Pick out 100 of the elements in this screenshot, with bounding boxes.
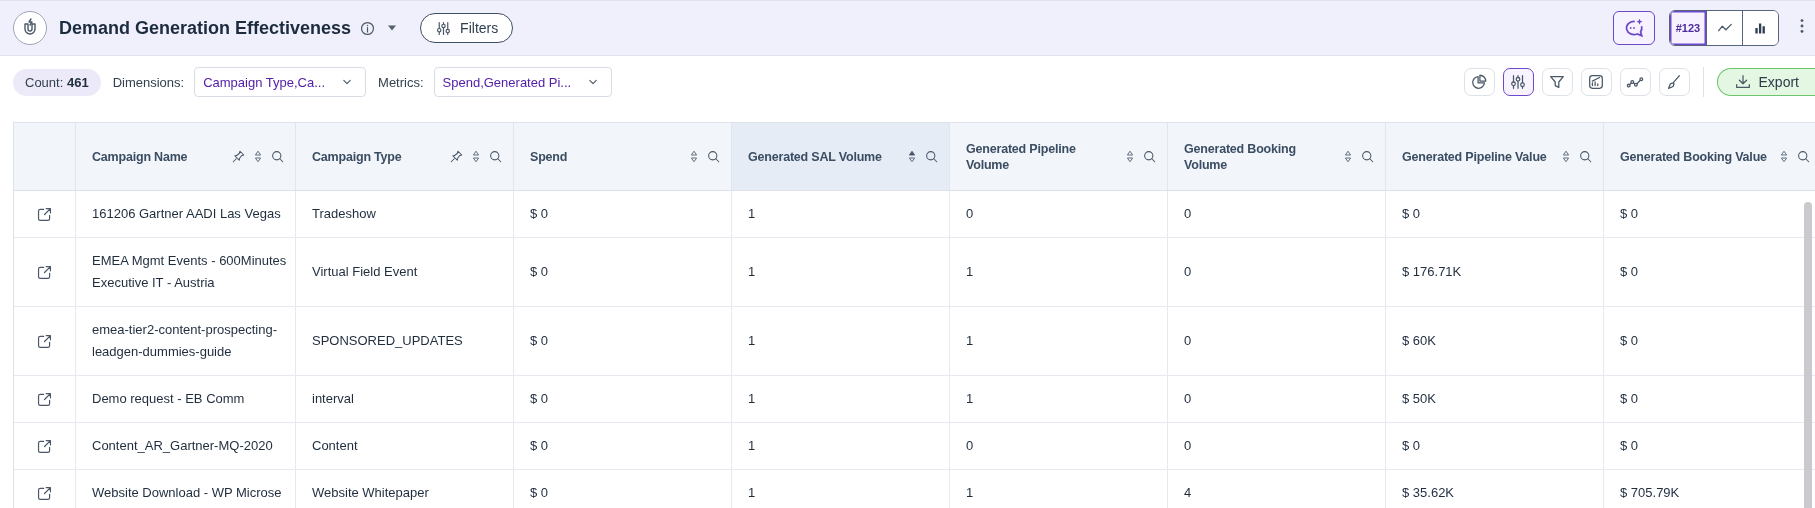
table-cell-text: $ 0 xyxy=(1402,437,1421,455)
table-cell-text: Virtual Field Event xyxy=(312,263,418,281)
table-cell-text: EMEA Mgmt Events - 600Minutes Executive IT - Austria xyxy=(92,252,287,292)
table-cell-text: $ 0 xyxy=(1620,263,1639,281)
ai-chat-button[interactable] xyxy=(1613,11,1655,45)
sliders-button[interactable] xyxy=(1502,68,1534,96)
table-cell-text: 1 xyxy=(748,332,756,350)
count-badge: Count: 461 xyxy=(13,68,101,96)
column-header[interactable]: Generated Booking Volume xyxy=(1168,123,1386,191)
external-link-icon[interactable] xyxy=(36,332,53,350)
table-cell-text: Demo request - EB Comm xyxy=(92,390,245,408)
table-cell-text: 0 xyxy=(1184,390,1192,408)
number-view-button[interactable]: #123 xyxy=(1670,11,1706,45)
search-icon[interactable] xyxy=(488,149,503,164)
chart-button[interactable] xyxy=(1580,68,1612,96)
table-cell-text: 0 xyxy=(1184,263,1192,281)
pie-chart-button[interactable] xyxy=(1463,68,1495,96)
table-cell-text: Content xyxy=(312,437,358,455)
metrics-label: Metrics: xyxy=(378,74,424,90)
brush-button[interactable] xyxy=(1658,68,1690,96)
sort-icon[interactable] xyxy=(1344,149,1352,164)
search-icon[interactable] xyxy=(270,149,285,164)
table-cell-text: $ 0 xyxy=(530,437,549,455)
table-cell-text: $ 0 xyxy=(530,332,549,350)
sort-icon[interactable] xyxy=(908,149,916,164)
search-icon[interactable] xyxy=(1360,149,1375,164)
column-header[interactable]: Campaign Type xyxy=(296,123,514,191)
sliders-icon xyxy=(435,19,453,37)
table-cell-text: $ 60K xyxy=(1402,332,1436,350)
table-cell-text: 0 xyxy=(966,437,974,455)
sort-icon[interactable] xyxy=(1126,149,1134,164)
chart-icon xyxy=(1587,73,1606,91)
column-header[interactable]: Generated Booking Value xyxy=(1604,123,1815,191)
table-cell-text: $ 0 xyxy=(530,263,549,281)
search-icon[interactable] xyxy=(924,149,939,164)
table-cell-text: Tradeshow xyxy=(312,205,376,223)
table-cell-text: 0 xyxy=(966,205,974,223)
scrollbar[interactable] xyxy=(1804,202,1812,508)
funnel-button[interactable] xyxy=(1541,68,1573,96)
external-link-icon[interactable] xyxy=(36,263,53,281)
table-cell-text: 1 xyxy=(748,437,756,455)
table-cell-text: 1 xyxy=(966,332,974,350)
info-icon xyxy=(359,19,377,37)
table-cell-text: 1 xyxy=(748,390,756,408)
search-icon[interactable] xyxy=(706,149,721,164)
table-cell-text: SPONSORED_UPDATES xyxy=(312,332,463,350)
table-cell-text: 0 xyxy=(1184,437,1192,455)
table-cell-text: 1 xyxy=(966,484,974,502)
line-chart-button[interactable] xyxy=(1706,11,1742,45)
table-cell-text: 0 xyxy=(1184,332,1192,350)
sort-icon[interactable] xyxy=(472,149,480,164)
export-button[interactable]: Export xyxy=(1716,68,1815,96)
sort-icon[interactable] xyxy=(254,149,262,164)
table-cell-text: emea-tier2-content-prospecting-leadgen-dummies-guide xyxy=(92,321,278,361)
column-header[interactable]: Generated Pipeline Value xyxy=(1386,123,1604,191)
column-header[interactable]: Spend xyxy=(514,123,732,191)
sliders-icon xyxy=(1509,73,1528,91)
column-header[interactable]: Generated SAL Volume xyxy=(732,123,950,191)
table-cell-text: $ 0 xyxy=(530,205,549,223)
table-cell-text: $ 176.71K xyxy=(1402,263,1462,281)
table-cell-text: Website Whitepaper xyxy=(312,484,429,502)
table-cell-text: $ 0 xyxy=(530,484,549,502)
trend-line-button[interactable] xyxy=(1619,68,1651,96)
table-cell-text: Content_AR_Gartner-MQ-2020 xyxy=(92,437,273,455)
table-cell-text: 1 xyxy=(966,263,974,281)
table-cell-text: 0 xyxy=(1184,205,1192,223)
table-cell-text: $ 705.79K xyxy=(1620,484,1680,502)
search-icon[interactable] xyxy=(1796,149,1811,164)
table-cell-text: interval xyxy=(312,390,354,408)
external-link-icon[interactable] xyxy=(36,484,53,502)
external-link-icon[interactable] xyxy=(36,437,53,455)
pin-icon[interactable] xyxy=(449,149,464,164)
pie-chart-icon xyxy=(1470,73,1489,91)
table-cell-text: 1 xyxy=(748,205,756,223)
table-cell-text: 161206 Gartner AADI Las Vegas xyxy=(92,205,281,223)
chat-sparkle-icon xyxy=(1623,17,1645,39)
sort-icon[interactable] xyxy=(1562,149,1570,164)
column-header[interactable]: Campaign Name xyxy=(76,123,296,191)
sort-icon[interactable] xyxy=(1780,149,1788,164)
external-link-icon[interactable] xyxy=(36,390,53,408)
table-cell-text: $ 50K xyxy=(1402,390,1436,408)
pin-icon[interactable] xyxy=(231,149,246,164)
bar-chart-button[interactable] xyxy=(1742,11,1778,45)
sort-icon[interactable] xyxy=(690,149,698,164)
table-cell-text: 4 xyxy=(1184,484,1192,502)
metrics-dropdown[interactable]: Spend,Generated Pi... xyxy=(433,67,613,97)
report-title: Demand Generation Effectiveness xyxy=(59,17,352,39)
table-cell-text: 1 xyxy=(748,484,756,502)
table-cell-text: Website Download - WP Microse xyxy=(92,484,282,502)
table-cell-text: $ 0 xyxy=(1620,205,1639,223)
search-icon[interactable] xyxy=(1578,149,1593,164)
table-cell-text: $ 0 xyxy=(530,390,549,408)
external-link-icon[interactable] xyxy=(36,205,53,223)
table-cell-text: $ 0 xyxy=(1620,390,1639,408)
column-header[interactable]: Generated Pipeline Volume xyxy=(950,123,1168,191)
dimensions-dropdown[interactable]: Campaign Type,Ca... xyxy=(194,67,367,97)
table-cell-text: $ 0 xyxy=(1620,332,1639,350)
funnel-icon xyxy=(1548,73,1567,91)
filters-button[interactable]: Filters xyxy=(420,13,514,43)
search-icon[interactable] xyxy=(1142,149,1157,164)
